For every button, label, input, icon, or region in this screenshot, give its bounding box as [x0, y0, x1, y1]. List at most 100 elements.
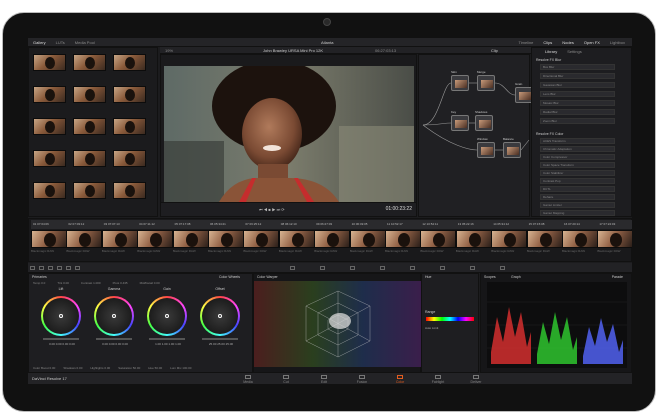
gallery-still[interactable] — [33, 54, 66, 71]
color-wheel[interactable] — [200, 296, 240, 336]
gallery-still[interactable] — [113, 54, 146, 71]
timeline-clip[interactable] — [314, 230, 351, 248]
fx-item[interactable]: Dehaze — [540, 194, 615, 200]
timeline-clip[interactable] — [172, 230, 209, 248]
camera-raw-icon[interactable] — [30, 265, 35, 270]
motion-effects-icon[interactable] — [75, 265, 80, 270]
gallery-still[interactable] — [113, 118, 146, 135]
tab-media-pool[interactable]: Media Pool — [70, 40, 100, 45]
blur-icon[interactable] — [440, 265, 445, 270]
gallery-still[interactable] — [33, 86, 66, 103]
qualifier-icon[interactable] — [350, 265, 355, 270]
fx-item[interactable]: DCTL — [540, 186, 615, 192]
lum-mix[interactable]: Lum Mix 100.00 — [170, 366, 191, 370]
curves-icon[interactable] — [290, 265, 295, 270]
tab-luts[interactable]: LUTs — [51, 40, 70, 45]
contrast-value[interactable]: Contrast 1.000 — [81, 281, 101, 285]
gallery-still[interactable] — [73, 182, 106, 199]
node-04[interactable] — [475, 115, 493, 131]
timeline-clip[interactable] — [455, 230, 492, 248]
node-05[interactable] — [477, 142, 495, 158]
page-cut[interactable]: Cut — [266, 375, 306, 384]
node-06[interactable] — [503, 142, 521, 158]
rgb-mixer-icon[interactable] — [66, 265, 71, 270]
timeline-clip[interactable] — [66, 230, 103, 248]
color-wheel[interactable] — [94, 296, 134, 336]
tab-library[interactable]: Library — [540, 49, 562, 54]
viewer-zoom[interactable]: 19% — [160, 48, 178, 53]
timeline-clip[interactable] — [562, 230, 598, 248]
color-match-icon[interactable] — [39, 265, 44, 270]
gallery-still[interactable] — [113, 150, 146, 167]
fx-item[interactable]: Mosaic Blur — [540, 100, 615, 106]
gallery-still[interactable] — [73, 150, 106, 167]
wheel-puck[interactable] — [165, 314, 169, 318]
tab-nodes[interactable]: Nodes — [557, 40, 579, 45]
gallery-still[interactable] — [33, 150, 66, 167]
wheel-puck[interactable] — [112, 314, 116, 318]
color-wheels-icon[interactable] — [48, 265, 53, 270]
wheel-puck[interactable] — [218, 314, 222, 318]
timeline-clip[interactable] — [385, 230, 421, 248]
tab-settings[interactable]: Settings — [562, 49, 586, 54]
master-slider[interactable] — [202, 338, 238, 340]
gallery-still[interactable] — [113, 86, 146, 103]
fx-item[interactable]: Lens Blur — [540, 91, 615, 97]
master-slider[interactable] — [43, 338, 79, 340]
fx-item[interactable]: Contrast Pop — [540, 178, 615, 184]
fx-item[interactable]: Gamut Limiter — [540, 202, 615, 208]
node-02[interactable] — [477, 75, 495, 91]
page-fusion[interactable]: Fusion — [342, 375, 382, 384]
node-01[interactable] — [451, 75, 469, 91]
fx-item[interactable]: Directional Blur — [540, 73, 615, 79]
gallery-still[interactable] — [33, 182, 66, 199]
timeline-clip[interactable] — [491, 230, 528, 248]
fx-item[interactable]: Gamut Mapping — [540, 210, 615, 216]
window-icon[interactable] — [380, 265, 385, 270]
color-wheel[interactable] — [41, 296, 81, 336]
timeline-clip[interactable] — [137, 230, 174, 248]
page-media[interactable]: Media — [228, 375, 268, 384]
timeline-clip[interactable] — [101, 230, 138, 248]
fx-item[interactable]: Color Space Transform — [540, 162, 615, 168]
color-boost[interactable]: Color Boost 0.00 — [33, 366, 55, 370]
node-clip-label[interactable]: Clip — [486, 48, 503, 53]
gallery-still[interactable] — [73, 118, 106, 135]
gallery-still[interactable] — [113, 182, 146, 199]
fx-item[interactable]: Color Compressor — [540, 154, 615, 160]
timeline-clip[interactable] — [526, 230, 563, 248]
page-deliver[interactable]: Deliver — [456, 375, 496, 384]
transport-controls[interactable]: ⏮ ◀ ■ ▶ ⏭ ⟳ — [259, 207, 285, 212]
master-slider[interactable] — [149, 338, 185, 340]
timeline-clip[interactable] — [31, 230, 67, 248]
timeline-clip[interactable] — [208, 230, 244, 248]
fx-item[interactable]: Box Blur — [540, 64, 615, 70]
pivot-value[interactable]: Pivot 0.435 — [113, 281, 128, 285]
timeline-clip[interactable] — [278, 230, 315, 248]
node-03[interactable] — [451, 115, 469, 131]
shadows[interactable]: Shadows 0.00 — [63, 366, 82, 370]
fx-item[interactable]: ACES Transform — [540, 138, 615, 144]
tab-gallery[interactable]: Gallery — [28, 40, 51, 45]
fx-item[interactable]: Radial Blur — [540, 109, 615, 115]
timeline-clip[interactable] — [349, 230, 386, 248]
tab-lightbox[interactable]: Lightbox — [605, 40, 630, 45]
gallery-still[interactable] — [73, 86, 106, 103]
page-fairlight[interactable]: Fairlight — [418, 375, 458, 384]
page-color[interactable]: Color — [380, 375, 420, 384]
tracker-icon[interactable] — [410, 265, 415, 270]
timeline-clip[interactable] — [243, 230, 280, 248]
middetail-value[interactable]: Mid/Detail 0.00 — [140, 281, 160, 285]
fx-item[interactable]: Zoom Blur — [540, 118, 615, 124]
gallery-still[interactable] — [33, 118, 66, 135]
fx-item[interactable]: Gaussian Blur — [540, 82, 615, 88]
parade-mode[interactable]: Parade — [612, 275, 623, 279]
temp-value[interactable]: Temp 0.0 — [33, 281, 45, 285]
hue[interactable]: Hue 50.00 — [148, 366, 162, 370]
tint-value[interactable]: Tint 0.00 — [57, 281, 69, 285]
highlights[interactable]: Highlights 0.00 — [90, 366, 110, 370]
warper-icon[interactable] — [320, 265, 325, 270]
saturation[interactable]: Saturation 50.00 — [118, 366, 140, 370]
key-icon[interactable] — [470, 265, 475, 270]
gallery-still[interactable] — [73, 54, 106, 71]
